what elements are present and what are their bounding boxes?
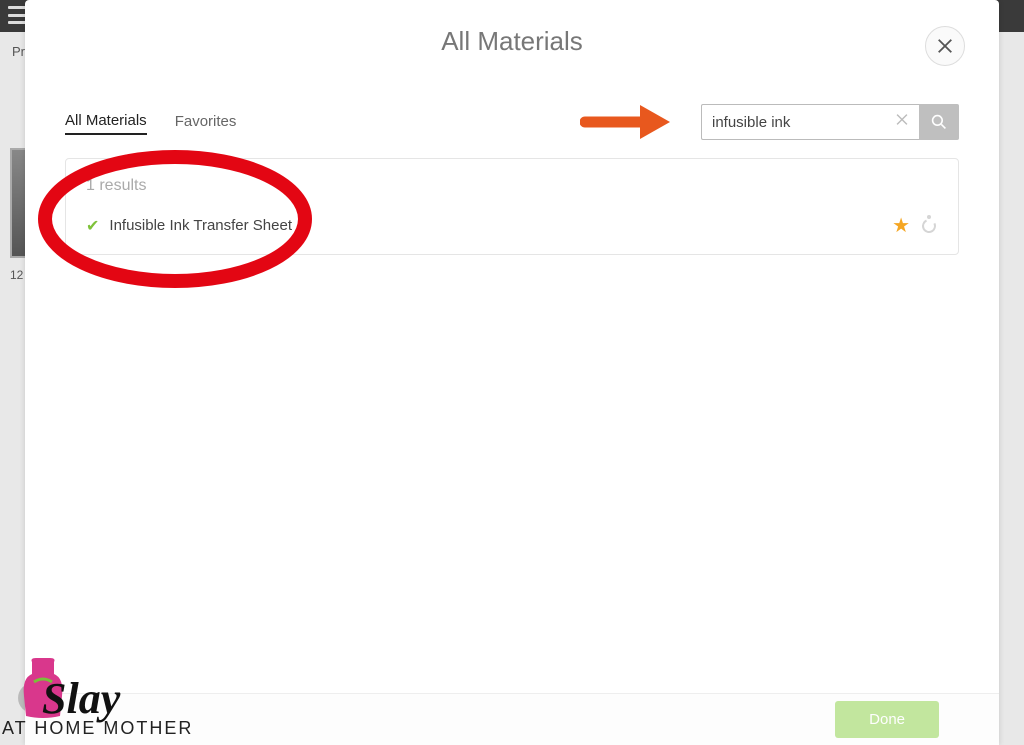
checkmark-icon: ✔ <box>86 216 99 236</box>
results-card: 1 results ✔ Infusible Ink Transfer Sheet… <box>65 158 959 255</box>
bg-thumb-label: 12 <box>10 268 23 282</box>
cricut-icon <box>920 217 938 235</box>
result-row[interactable]: ✔ Infusible Ink Transfer Sheet ★ <box>66 203 958 254</box>
search-clear-button[interactable] <box>895 113 909 132</box>
search-container <box>701 104 959 140</box>
materials-modal: All Materials All Materials Favorites 1 … <box>25 0 999 745</box>
modal-footer: Done <box>25 693 999 745</box>
results-count: 1 results <box>66 159 958 203</box>
close-button[interactable] <box>925 26 965 66</box>
close-icon <box>936 37 954 55</box>
tab-favorites[interactable]: Favorites <box>175 113 237 134</box>
annotation-arrow <box>580 100 670 155</box>
result-name: Infusible Ink Transfer Sheet <box>109 217 892 234</box>
search-icon <box>931 114 947 130</box>
done-button[interactable]: Done <box>835 701 939 738</box>
star-icon[interactable]: ★ <box>892 213 910 238</box>
tab-all-materials[interactable]: All Materials <box>65 112 147 135</box>
search-button[interactable] <box>919 104 959 140</box>
modal-title: All Materials <box>25 0 999 57</box>
x-icon <box>895 113 909 127</box>
search-input[interactable] <box>701 104 919 140</box>
bg-partial-label: Pr <box>12 44 25 59</box>
